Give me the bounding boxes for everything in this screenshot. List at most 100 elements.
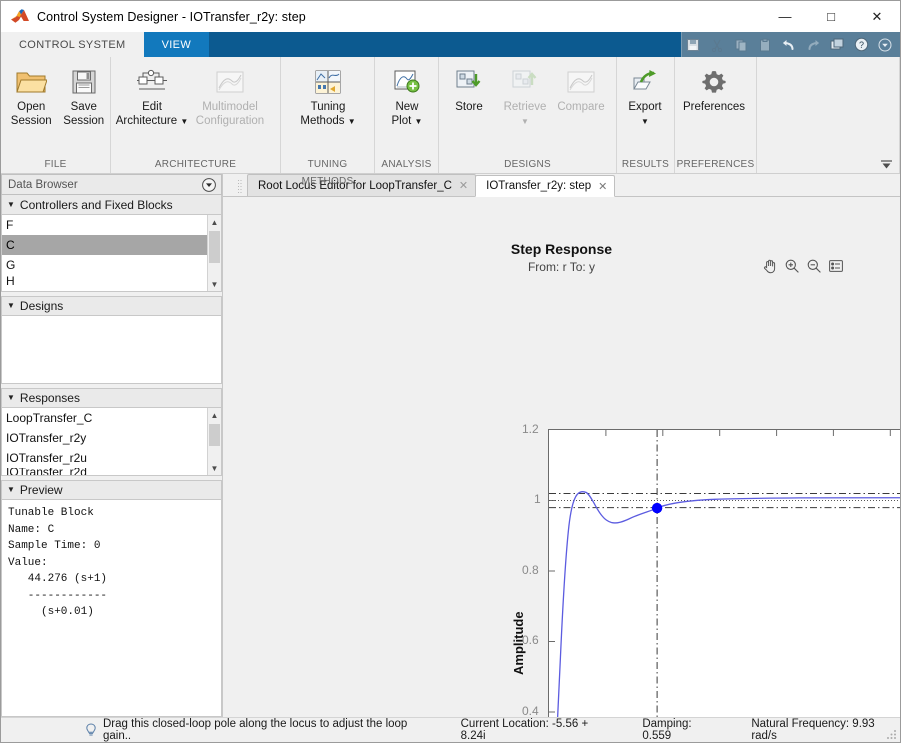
scroll-up-icon[interactable]: ▲ bbox=[208, 408, 221, 422]
chart-canvas bbox=[549, 430, 900, 717]
y-tick-label: 0.6 bbox=[522, 633, 539, 647]
controllers-list-rows: F C G H bbox=[2, 215, 207, 291]
y-tick-label: 1.2 bbox=[522, 422, 539, 436]
control-system-designer-window: Control System Designer - IOTransfer_r2y… bbox=[0, 0, 901, 743]
help-icon[interactable]: ? bbox=[850, 34, 872, 55]
section-header-responses[interactable]: ▼ Responses bbox=[1, 388, 222, 408]
close-icon[interactable]: ✕ bbox=[459, 179, 468, 192]
triangle-down-icon: ▼ bbox=[7, 485, 15, 494]
section-title-preview: Preview bbox=[19, 483, 63, 497]
scroll-down-icon[interactable]: ▼ bbox=[208, 277, 221, 291]
zoom-in-icon[interactable] bbox=[783, 257, 800, 274]
open-session-button[interactable]: Open Session bbox=[5, 63, 58, 128]
scrollbar-thumb[interactable] bbox=[209, 231, 220, 263]
ribbon-tab-strip: CONTROL SYSTEM VIEW ? bbox=[1, 32, 900, 57]
tuning-methods-button[interactable]: Tuning Methods ▼ bbox=[289, 63, 367, 128]
ribbon-group-label-designs: DESIGNS bbox=[504, 159, 551, 170]
collapse-ribbon-icon[interactable] bbox=[878, 157, 894, 171]
undo-icon[interactable] bbox=[778, 34, 800, 55]
responses-list[interactable]: LoopTransfer_C IOTransfer_r2y IOTransfer… bbox=[1, 408, 222, 476]
edit-architecture-text: Edit Architecture bbox=[115, 101, 178, 127]
tuning-methods-label: Tuning Methods ▼ bbox=[300, 101, 355, 128]
section-title-controllers: Controllers and Fixed Blocks bbox=[19, 197, 173, 212]
controllers-list[interactable]: F C G H ▲ ▼ bbox=[1, 215, 222, 292]
tab-iotransfer-r2y-step[interactable]: IOTransfer_r2y: step ✕ bbox=[475, 175, 616, 197]
zoom-out-icon[interactable] bbox=[805, 257, 822, 274]
tab-drag-grip[interactable] bbox=[237, 178, 245, 196]
plot-legend-icon[interactable] bbox=[827, 257, 844, 274]
save-session-button[interactable]: Save Session bbox=[58, 63, 111, 128]
tab-control-system[interactable]: CONTROL SYSTEM bbox=[1, 32, 144, 57]
ribbon-group-label-file: FILE bbox=[44, 159, 67, 170]
controllers-scrollbar[interactable]: ▲ ▼ bbox=[207, 215, 221, 291]
list-item[interactable]: IOTransfer_r2d bbox=[2, 468, 207, 475]
minimize-button[interactable]: — bbox=[762, 1, 808, 32]
new-plot-label: New Plot ▼ bbox=[392, 101, 423, 128]
compare-designs-icon bbox=[566, 65, 596, 99]
ribbon-group-label-architecture: ARCHITECTURE bbox=[154, 159, 237, 170]
scroll-down-icon[interactable]: ▼ bbox=[208, 461, 221, 475]
settling-time-marker bbox=[651, 502, 663, 514]
tab-view[interactable]: VIEW bbox=[143, 32, 210, 57]
compare-button[interactable]: Compare bbox=[553, 63, 609, 115]
block-diagram-icon bbox=[135, 65, 169, 99]
chevron-down-icon: ▼ bbox=[180, 116, 189, 126]
layout-icon[interactable] bbox=[826, 34, 848, 55]
responses-list-rows: LoopTransfer_C IOTransfer_r2y IOTransfer… bbox=[2, 408, 207, 475]
list-item[interactable]: LoopTransfer_C bbox=[2, 408, 207, 428]
store-label: Store bbox=[455, 101, 483, 113]
step-response-curve bbox=[556, 491, 900, 717]
store-button[interactable]: Store bbox=[441, 63, 497, 115]
chart-title: Step Response bbox=[510, 241, 613, 257]
ribbon-group-tuning-methods: Tuning Methods ▼ TUNING METHODS bbox=[281, 57, 375, 187]
scrollbar-thumb[interactable] bbox=[209, 424, 220, 446]
designs-list[interactable] bbox=[1, 316, 222, 384]
status-bar: Drag this closed-loop pole along the loc… bbox=[1, 717, 900, 742]
export-button[interactable]: Export ▼ bbox=[617, 63, 673, 128]
edit-architecture-button[interactable]: Edit Architecture ▼ bbox=[113, 63, 191, 128]
qat-dropdown-icon[interactable] bbox=[874, 34, 896, 55]
export-label: Export ▼ bbox=[628, 101, 661, 128]
section-header-controllers[interactable]: ▼ Controllers and Fixed Blocks bbox=[1, 195, 222, 215]
preferences-button[interactable]: Preferences bbox=[675, 63, 753, 115]
list-item[interactable]: IOTransfer_r2y bbox=[2, 428, 207, 448]
maximize-button[interactable]: □ bbox=[808, 1, 854, 32]
ribbon-group-analysis: New Plot ▼ ANALYSIS bbox=[375, 57, 439, 173]
info-bulb-icon bbox=[85, 723, 97, 737]
open-session-label: Open Session bbox=[10, 101, 52, 127]
section-header-preview[interactable]: ▼ Preview bbox=[1, 480, 222, 500]
export-text: Export bbox=[628, 101, 662, 113]
left-ticks bbox=[549, 500, 555, 713]
data-browser-header: Data Browser bbox=[1, 174, 222, 195]
triangle-down-icon: ▼ bbox=[7, 393, 15, 402]
close-icon[interactable]: ✕ bbox=[598, 180, 607, 193]
retrieve-button[interactable]: Retrieve ▼ bbox=[497, 63, 553, 128]
retrieve-label: Retrieve ▼ bbox=[504, 101, 547, 128]
pan-hand-icon[interactable] bbox=[761, 257, 778, 274]
gear-icon bbox=[700, 65, 728, 99]
svg-text:?: ? bbox=[858, 40, 863, 50]
status-location: Current Location: -5.56 + 8.24i bbox=[460, 718, 589, 742]
responses-scrollbar[interactable]: ▲ ▼ bbox=[207, 408, 221, 475]
list-item[interactable]: C bbox=[2, 235, 207, 255]
list-item[interactable]: H bbox=[2, 275, 207, 287]
new-plot-button[interactable]: New Plot ▼ bbox=[379, 63, 435, 128]
ribbon-group-label-analysis: ANALYSIS bbox=[381, 159, 432, 170]
y-tick-label: 0.4 bbox=[522, 704, 539, 717]
save-icon[interactable] bbox=[682, 34, 704, 55]
scroll-up-icon[interactable]: ▲ bbox=[208, 215, 221, 229]
ribbon-group-label-tuning: TUNING METHODS bbox=[301, 159, 354, 187]
chevron-down-icon: ▼ bbox=[521, 116, 529, 126]
floppy-save-icon bbox=[70, 65, 98, 99]
tab-root-locus-editor[interactable]: Root Locus Editor for LoopTransfer_C ✕ bbox=[247, 174, 477, 196]
panel-menu-icon[interactable] bbox=[201, 177, 217, 193]
open-folder-icon bbox=[15, 65, 48, 99]
section-header-designs[interactable]: ▼ Designs bbox=[1, 296, 222, 316]
list-item[interactable]: F bbox=[2, 215, 207, 235]
multimodel-configuration-button[interactable]: Multimodel Configuration bbox=[191, 63, 269, 128]
resize-grip-icon[interactable] bbox=[885, 728, 897, 740]
chart-axes[interactable] bbox=[548, 429, 900, 717]
close-button[interactable]: ✕ bbox=[854, 1, 900, 32]
list-item[interactable]: IOTransfer_r2u bbox=[2, 448, 207, 468]
list-item[interactable]: G bbox=[2, 255, 207, 275]
